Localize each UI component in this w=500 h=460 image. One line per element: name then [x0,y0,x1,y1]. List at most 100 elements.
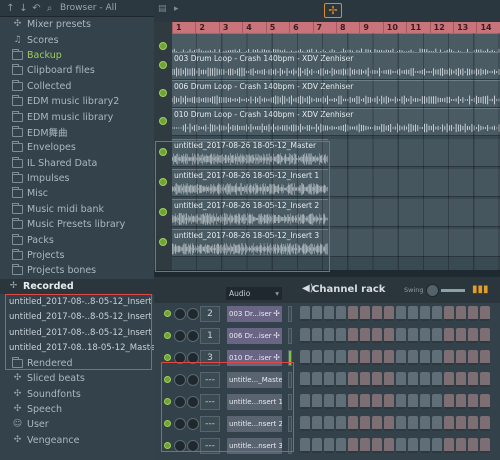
step-button[interactable] [348,372,358,387]
step-button[interactable] [456,416,466,431]
step-button[interactable] [480,438,490,453]
pan-knob[interactable] [174,418,186,430]
step-button[interactable] [432,328,442,343]
step-button[interactable] [348,394,358,409]
step-button[interactable] [408,328,418,343]
mixer-track-number[interactable]: --- [200,438,220,454]
channel-select-indicator[interactable] [288,372,292,388]
step-button[interactable] [468,438,478,453]
browser-item-recorded[interactable]: ✢ Recorded [0,278,154,295]
browser-item[interactable]: ✣ Vengeance [0,433,154,448]
timeline-ruler[interactable]: 1 2 3 4 5 6 7 8 9 10 11 12 13 14 [172,22,500,33]
browser-item[interactable]: Music Presets library [0,217,154,232]
step-button[interactable] [348,438,358,453]
step-button[interactable] [444,372,454,387]
step-button[interactable] [396,438,406,453]
volume-knob[interactable] [187,418,199,430]
step-button[interactable] [480,328,490,343]
audio-clip[interactable]: 010 Drum Loop - Crash 140bpm - XDV Zenhi… [172,108,500,135]
step-button[interactable] [408,416,418,431]
channel-row[interactable]: --- untitle..._Master [154,370,500,390]
step-button[interactable] [336,350,346,365]
step-button[interactable] [372,438,382,453]
step-button[interactable] [360,328,370,343]
step-button[interactable] [408,350,418,365]
step-button[interactable] [360,416,370,431]
step-button[interactable] [384,306,394,321]
channel-select-indicator[interactable] [288,438,292,454]
mixer-track-number[interactable]: --- [200,416,220,432]
step-button[interactable] [384,328,394,343]
channel-name-button[interactable]: 006 Dr...iser ✢ [227,328,282,344]
channel-name-button[interactable]: 010 Dr...iser ✢ [227,350,282,366]
track-mute-led[interactable] [159,148,167,156]
volume-knob[interactable] [187,352,199,364]
step-button[interactable] [312,394,322,409]
step-button[interactable] [420,416,430,431]
channel-row[interactable]: 1 006 Dr...iser ✢ [154,326,500,346]
channel-name-button[interactable]: 003 Dr...iser ✢ [227,306,282,322]
step-button[interactable] [420,328,430,343]
browser-item[interactable]: ✣ Mixer presets [0,17,154,32]
step-button[interactable] [396,306,406,321]
browser-item[interactable]: Music midi bank [0,202,154,217]
browser-item[interactable]: Projects [0,248,154,263]
audio-clip[interactable]: untitled_2017-08-26 18-05-12_Insert 3 [172,229,328,256]
step-button[interactable] [396,416,406,431]
playlist-track[interactable]: untitled_2017-08-26 18-05-12_Master [172,139,500,167]
step-button[interactable] [408,438,418,453]
swing-slider[interactable] [441,289,465,292]
step-button[interactable] [408,306,418,321]
step-button[interactable] [300,328,310,343]
step-button[interactable] [480,416,490,431]
search-icon[interactable]: ⌕ [43,0,56,17]
step-button[interactable] [324,350,334,365]
mixer-track-number[interactable]: --- [200,372,220,388]
channel-select-indicator[interactable] [288,350,292,366]
step-button[interactable] [312,328,322,343]
channel-name-button[interactable]: untitle..._Master [227,372,282,388]
step-button[interactable] [420,372,430,387]
step-button[interactable] [396,350,406,365]
step-button[interactable] [360,350,370,365]
step-button[interactable] [300,394,310,409]
step-button[interactable] [384,438,394,453]
step-button[interactable] [336,328,346,343]
step-button[interactable] [348,328,358,343]
step-button[interactable] [432,372,442,387]
step-button[interactable] [372,306,382,321]
browser-item[interactable]: ☺ User [0,417,154,432]
recorded-file-item[interactable]: untitled_2017-08-..8-05-12_Insert 3 [0,325,154,340]
step-button[interactable] [384,372,394,387]
step-button[interactable] [324,438,334,453]
step-button[interactable] [420,306,430,321]
pan-knob[interactable] [174,374,186,386]
step-button[interactable] [324,328,334,343]
channel-mute-led[interactable] [164,420,171,427]
browser-item[interactable]: EDM music library [0,109,154,124]
browser-item[interactable]: ✣ Sliced beats [0,371,154,386]
step-button[interactable] [468,306,478,321]
step-button[interactable] [348,350,358,365]
step-button[interactable] [348,306,358,321]
step-button[interactable] [360,394,370,409]
step-button[interactable] [336,416,346,431]
undo-icon[interactable]: ↶ [30,0,43,17]
step-button[interactable] [456,306,466,321]
graph-editor-icon[interactable]: ▮▮▮ [472,284,489,295]
channel-mute-led[interactable] [164,310,171,317]
track-mute-led[interactable] [159,238,167,246]
track-mute-led[interactable] [159,117,167,125]
channel-mute-led[interactable] [164,332,171,339]
mixer-track-number[interactable]: 2 [200,306,220,322]
browser-item[interactable]: Impulses [0,171,154,186]
step-button[interactable] [420,394,430,409]
step-button[interactable] [444,350,454,365]
step-button[interactable] [300,438,310,453]
step-button[interactable] [456,438,466,453]
step-button[interactable] [312,350,322,365]
pan-knob[interactable] [174,396,186,408]
step-button[interactable] [360,438,370,453]
snap-icon[interactable]: ▤ [158,4,167,14]
step-button[interactable] [300,416,310,431]
